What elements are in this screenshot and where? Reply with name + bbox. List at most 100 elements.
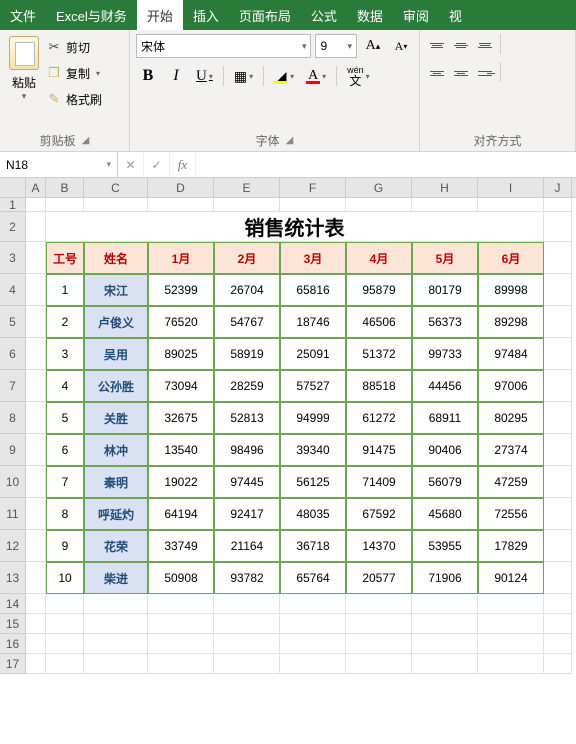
cell[interactable] (544, 614, 572, 634)
value-cell[interactable]: 89025 (148, 338, 214, 370)
id-cell[interactable]: 4 (46, 370, 84, 402)
cell[interactable] (26, 242, 46, 274)
cell[interactable] (148, 634, 214, 654)
align-middle-button[interactable] (450, 34, 472, 56)
value-cell[interactable]: 33749 (148, 530, 214, 562)
row-header[interactable]: 6 (0, 338, 26, 370)
value-cell[interactable]: 90406 (412, 434, 478, 466)
value-cell[interactable]: 65816 (280, 274, 346, 306)
value-cell[interactable]: 71906 (412, 562, 478, 594)
cell[interactable] (280, 614, 346, 634)
value-cell[interactable]: 97006 (478, 370, 544, 402)
column-header[interactable]: J (544, 178, 572, 197)
menu-tab-8[interactable]: 视 (439, 0, 472, 30)
cell[interactable] (412, 198, 478, 212)
cell[interactable] (26, 654, 46, 674)
value-cell[interactable]: 95879 (346, 274, 412, 306)
value-cell[interactable]: 54767 (214, 306, 280, 338)
increase-font-button[interactable]: A▴ (361, 34, 385, 58)
name-cell[interactable]: 吴用 (84, 338, 148, 370)
value-cell[interactable]: 19022 (148, 466, 214, 498)
cell[interactable] (84, 654, 148, 674)
row-header[interactable]: 12 (0, 530, 26, 562)
row-header[interactable]: 11 (0, 498, 26, 530)
value-cell[interactable]: 67592 (346, 498, 412, 530)
value-cell[interactable]: 92417 (214, 498, 280, 530)
cell[interactable] (544, 370, 572, 402)
value-cell[interactable]: 51372 (346, 338, 412, 370)
cell[interactable] (544, 498, 572, 530)
value-cell[interactable]: 44456 (412, 370, 478, 402)
cell[interactable] (26, 530, 46, 562)
cell[interactable] (280, 634, 346, 654)
cell[interactable] (214, 654, 280, 674)
value-cell[interactable]: 68911 (412, 402, 478, 434)
cell[interactable] (544, 434, 572, 466)
cell[interactable] (26, 370, 46, 402)
cell[interactable] (544, 634, 572, 654)
cell[interactable] (214, 198, 280, 212)
value-cell[interactable]: 80295 (478, 402, 544, 434)
id-cell[interactable]: 2 (46, 306, 84, 338)
cell[interactable] (46, 594, 84, 614)
value-cell[interactable]: 17829 (478, 530, 544, 562)
value-cell[interactable]: 36718 (280, 530, 346, 562)
value-cell[interactable]: 50908 (148, 562, 214, 594)
cell[interactable] (84, 594, 148, 614)
cell[interactable] (46, 654, 84, 674)
value-cell[interactable]: 28259 (214, 370, 280, 402)
value-cell[interactable]: 93782 (214, 562, 280, 594)
column-header[interactable]: G (346, 178, 412, 197)
row-header[interactable]: 7 (0, 370, 26, 402)
cell[interactable] (214, 614, 280, 634)
cell[interactable] (478, 594, 544, 614)
table-title[interactable]: 销售统计表 (46, 212, 544, 242)
cell[interactable] (280, 654, 346, 674)
cell[interactable] (544, 198, 572, 212)
row-header[interactable]: 8 (0, 402, 26, 434)
menu-tab-4[interactable]: 页面布局 (229, 0, 301, 30)
value-cell[interactable]: 39340 (280, 434, 346, 466)
cell[interactable] (412, 594, 478, 614)
font-color-button[interactable]: A ▾ (302, 64, 330, 88)
name-cell[interactable]: 关胜 (84, 402, 148, 434)
id-cell[interactable]: 7 (46, 466, 84, 498)
name-box[interactable]: N18 ▾ (0, 152, 118, 177)
cell[interactable] (26, 614, 46, 634)
row-header[interactable]: 3 (0, 242, 26, 274)
value-cell[interactable]: 57527 (280, 370, 346, 402)
border-button[interactable]: ▦▾ (230, 64, 257, 88)
value-cell[interactable]: 58919 (214, 338, 280, 370)
row-header[interactable]: 16 (0, 634, 26, 654)
cell[interactable] (148, 654, 214, 674)
row-header[interactable]: 5 (0, 306, 26, 338)
cell[interactable] (544, 562, 572, 594)
chevron-down-icon[interactable]: ▾ (6, 91, 42, 102)
column-header[interactable]: A (26, 178, 46, 197)
column-header[interactable]: B (46, 178, 84, 197)
row-header[interactable]: 10 (0, 466, 26, 498)
value-cell[interactable]: 94999 (280, 402, 346, 434)
phonetic-guide-button[interactable]: wén文 ▾ (343, 64, 374, 88)
value-cell[interactable]: 99733 (412, 338, 478, 370)
table-header-cell[interactable]: 工号 (46, 242, 84, 274)
table-header-cell[interactable]: 1月 (148, 242, 214, 274)
cell[interactable] (478, 614, 544, 634)
table-header-cell[interactable]: 6月 (478, 242, 544, 274)
row-header[interactable]: 4 (0, 274, 26, 306)
column-header[interactable]: C (84, 178, 148, 197)
column-header[interactable]: I (478, 178, 544, 197)
row-header[interactable]: 9 (0, 434, 26, 466)
cell[interactable] (214, 634, 280, 654)
cell[interactable] (26, 274, 46, 306)
table-header-cell[interactable]: 4月 (346, 242, 412, 274)
cell[interactable] (26, 466, 46, 498)
align-center-button[interactable] (450, 62, 472, 84)
value-cell[interactable]: 88518 (346, 370, 412, 402)
row-header[interactable]: 13 (0, 562, 26, 594)
value-cell[interactable]: 89298 (478, 306, 544, 338)
value-cell[interactable]: 52813 (214, 402, 280, 434)
cell[interactable] (26, 212, 46, 242)
dialog-launcher-icon[interactable]: ◢ (82, 135, 90, 146)
value-cell[interactable]: 56125 (280, 466, 346, 498)
